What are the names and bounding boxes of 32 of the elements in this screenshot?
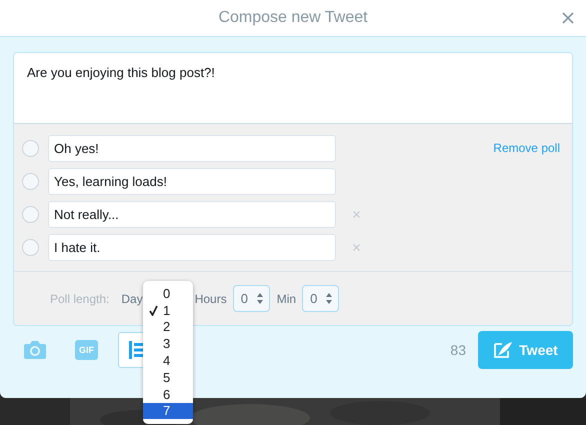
poll-length-label: Poll length: — [50, 292, 110, 306]
close-icon[interactable] — [353, 244, 360, 251]
min-label: Min — [276, 292, 296, 306]
stepper-arrows-icon — [326, 293, 332, 304]
quill-icon — [493, 341, 514, 359]
menu-item[interactable]: 4 — [143, 352, 193, 369]
hours-label: Hours — [194, 292, 227, 306]
character-counter: 83 — [450, 342, 466, 358]
tweet-field[interactable]: Are you enjoying this blog post?! — [14, 53, 572, 124]
min-select[interactable]: 0 — [302, 285, 340, 312]
hours-select[interactable]: 0 — [232, 285, 270, 312]
input-field[interactable]: I hate it. — [48, 234, 336, 261]
input-field[interactable]: Oh yes! — [48, 135, 336, 162]
radio-button[interactable] — [22, 239, 39, 256]
menu-item[interactable]: 1 — [143, 302, 193, 319]
menu-item[interactable]: 2 — [143, 318, 193, 336]
radio-button[interactable] — [22, 206, 39, 223]
menu-item[interactable]: 6 — [143, 386, 193, 403]
close-icon[interactable] — [353, 211, 360, 218]
menu-item[interactable]: 7 — [143, 402, 193, 420]
camera-icon[interactable] — [23, 340, 47, 360]
radio-button[interactable] — [22, 173, 39, 190]
radio-button[interactable] — [22, 140, 39, 157]
input-field[interactable]: Not really... — [48, 201, 336, 228]
menu-item[interactable]: 5 — [143, 368, 193, 386]
day-label: Day — [121, 292, 143, 306]
window-title: Compose new Tweet — [218, 9, 368, 27]
menu-item[interactable]: 3 — [143, 335, 193, 352]
close-icon[interactable] — [562, 12, 574, 24]
stepper-arrows-icon — [256, 293, 263, 304]
menu-item[interactable]: 0 — [143, 285, 193, 302]
input-field[interactable]: Yes, learning loads! — [48, 168, 336, 195]
